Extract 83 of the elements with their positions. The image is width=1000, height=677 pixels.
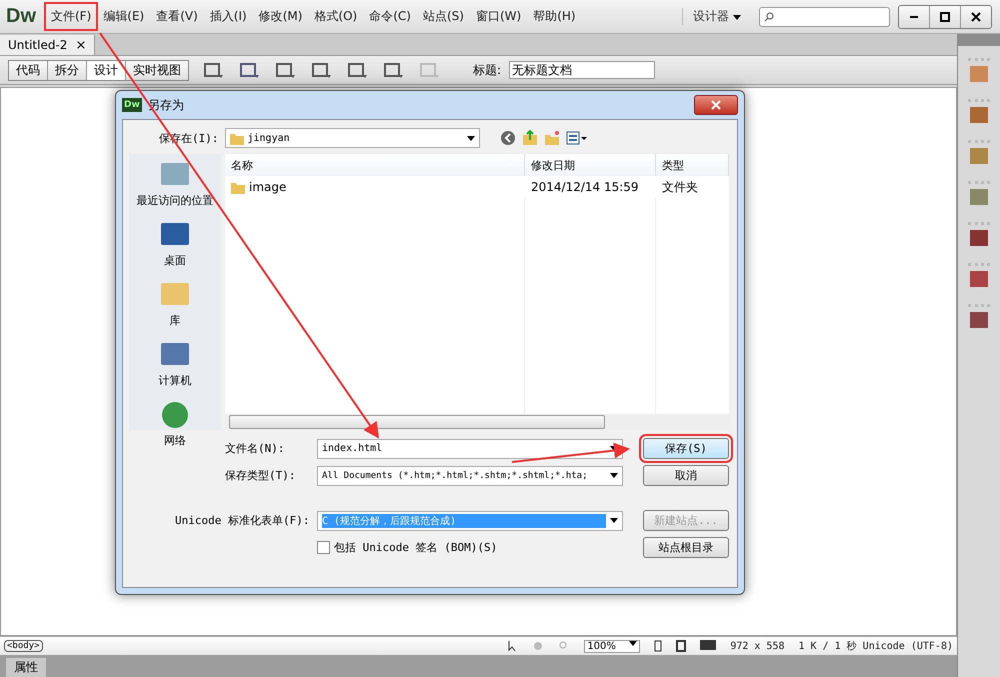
dropdown-arrow-icon — [466, 136, 474, 140]
toolbar-icon[interactable] — [311, 61, 333, 79]
bom-label[interactable]: 包括 Unicode 签名 (BOM)(S) — [334, 540, 498, 555]
title-label: 标题: — [473, 62, 502, 78]
toolbar-icon[interactable] — [383, 61, 405, 79]
panel-icon[interactable] — [969, 311, 989, 329]
title-field[interactable]: 无标题文档 — [509, 61, 656, 79]
menu-item[interactable]: 站点(S) — [418, 4, 469, 29]
toolbar-icon[interactable] — [347, 61, 369, 79]
tab-title: Untitled-2 — [8, 38, 68, 52]
maximize-button[interactable] — [929, 6, 960, 28]
new-folder-icon[interactable] — [544, 130, 560, 146]
window-size: 972 x 558 — [730, 640, 784, 652]
properties-tab[interactable]: 属性 — [6, 658, 46, 677]
dropdown-arrow-icon — [733, 15, 741, 20]
maximize-icon — [940, 12, 950, 22]
column-header[interactable]: 修改日期 — [525, 154, 656, 176]
folder-icon — [231, 180, 245, 194]
workspace-switcher[interactable]: 设计器 — [682, 8, 751, 25]
menu-item[interactable]: 插入(I) — [204, 4, 252, 29]
panel-icon[interactable] — [969, 188, 989, 206]
close-icon — [971, 12, 981, 22]
up-folder-icon[interactable] — [522, 130, 538, 146]
zoom-dropdown[interactable]: 100% — [584, 640, 640, 652]
minimize-button[interactable] — [899, 6, 929, 28]
menu-item[interactable]: 帮助(H) — [528, 4, 581, 29]
close-icon[interactable]: × — [75, 38, 86, 52]
globe-icon — [159, 400, 191, 430]
view-button[interactable]: 设计 — [86, 60, 125, 80]
dropdown-arrow-icon — [629, 640, 638, 646]
dialog-title: 另存为 — [148, 96, 184, 114]
search-field[interactable] — [759, 6, 890, 26]
toolbar-icon[interactable] — [239, 61, 261, 79]
back-icon[interactable] — [500, 130, 516, 146]
tag-selector[interactable]: <body> — [4, 640, 43, 652]
toolbar-icon[interactable] — [203, 61, 225, 79]
file-name[interactable]: image — [249, 180, 286, 194]
column-header[interactable]: 类型 — [656, 154, 729, 176]
folder-icon — [230, 132, 244, 144]
file-type-label: 保存类型(T): — [225, 468, 296, 483]
file-type-dropdown[interactable]: All Documents (*.htm;*.html;*.shtm;*.shtml;*.hta; — [317, 466, 623, 486]
place-label[interactable]: 桌面 — [164, 253, 186, 268]
menu-item[interactable]: 窗口(W) — [470, 4, 526, 29]
menu-item[interactable]: 查看(V) — [151, 4, 203, 29]
close-icon — [711, 100, 721, 110]
site-root-button[interactable]: 站点根目录 — [643, 537, 729, 558]
document-tab[interactable]: Untitled-2 × — [0, 35, 96, 55]
dropdown-arrow-icon — [610, 473, 618, 478]
close-button[interactable] — [694, 95, 738, 115]
cancel-button[interactable]: 取消 — [643, 465, 729, 486]
place-label[interactable]: 库 — [170, 313, 180, 328]
view-button[interactable]: 代码 — [9, 60, 47, 80]
view-button[interactable]: 实时视图 — [125, 60, 188, 80]
place-label[interactable]: 最近访问的位置 — [136, 193, 214, 208]
app-logo: Dw — [6, 5, 36, 28]
save-in-dropdown[interactable]: jingyan — [224, 128, 480, 148]
dialog-logo: Dw — [122, 98, 142, 112]
toolbar-icon[interactable] — [275, 61, 297, 79]
panel-icon[interactable] — [969, 270, 989, 288]
close-button[interactable] — [960, 6, 991, 28]
checkbox[interactable] — [317, 541, 330, 554]
menu-item[interactable]: 修改(M) — [254, 4, 308, 29]
menu-item[interactable]: 格式(O) — [309, 4, 362, 29]
view-button[interactable]: 拆分 — [47, 60, 86, 80]
panel-icon[interactable] — [969, 106, 989, 124]
document-info: 1 K / 1 秒 Unicode (UTF-8) — [798, 640, 953, 653]
menu-item[interactable]: 文件(F) — [46, 4, 96, 29]
file-name-label: 文件名(N): — [225, 441, 286, 456]
view-menu-icon[interactable] — [566, 130, 588, 146]
table-cell-text: 文件夹 — [661, 178, 699, 196]
tablet-icon[interactable] — [676, 640, 686, 652]
panel-icon[interactable] — [969, 229, 989, 247]
table-cell-text: 2014/12/14 15:59 — [530, 179, 640, 196]
column-header[interactable]: 名称 — [225, 154, 525, 176]
dropdown-arrow-icon — [610, 518, 618, 523]
place-label[interactable]: 网络 — [164, 433, 186, 448]
minimize-icon — [910, 16, 918, 18]
phone-icon[interactable] — [654, 640, 662, 652]
menu-item[interactable]: 编辑(E) — [98, 4, 150, 29]
place-label[interactable]: 计算机 — [158, 373, 192, 388]
unicode-form-label: Unicode 标准化表单(F): — [175, 513, 310, 528]
search-icon — [764, 12, 774, 22]
menu-item[interactable]: 命令(C) — [364, 4, 416, 29]
